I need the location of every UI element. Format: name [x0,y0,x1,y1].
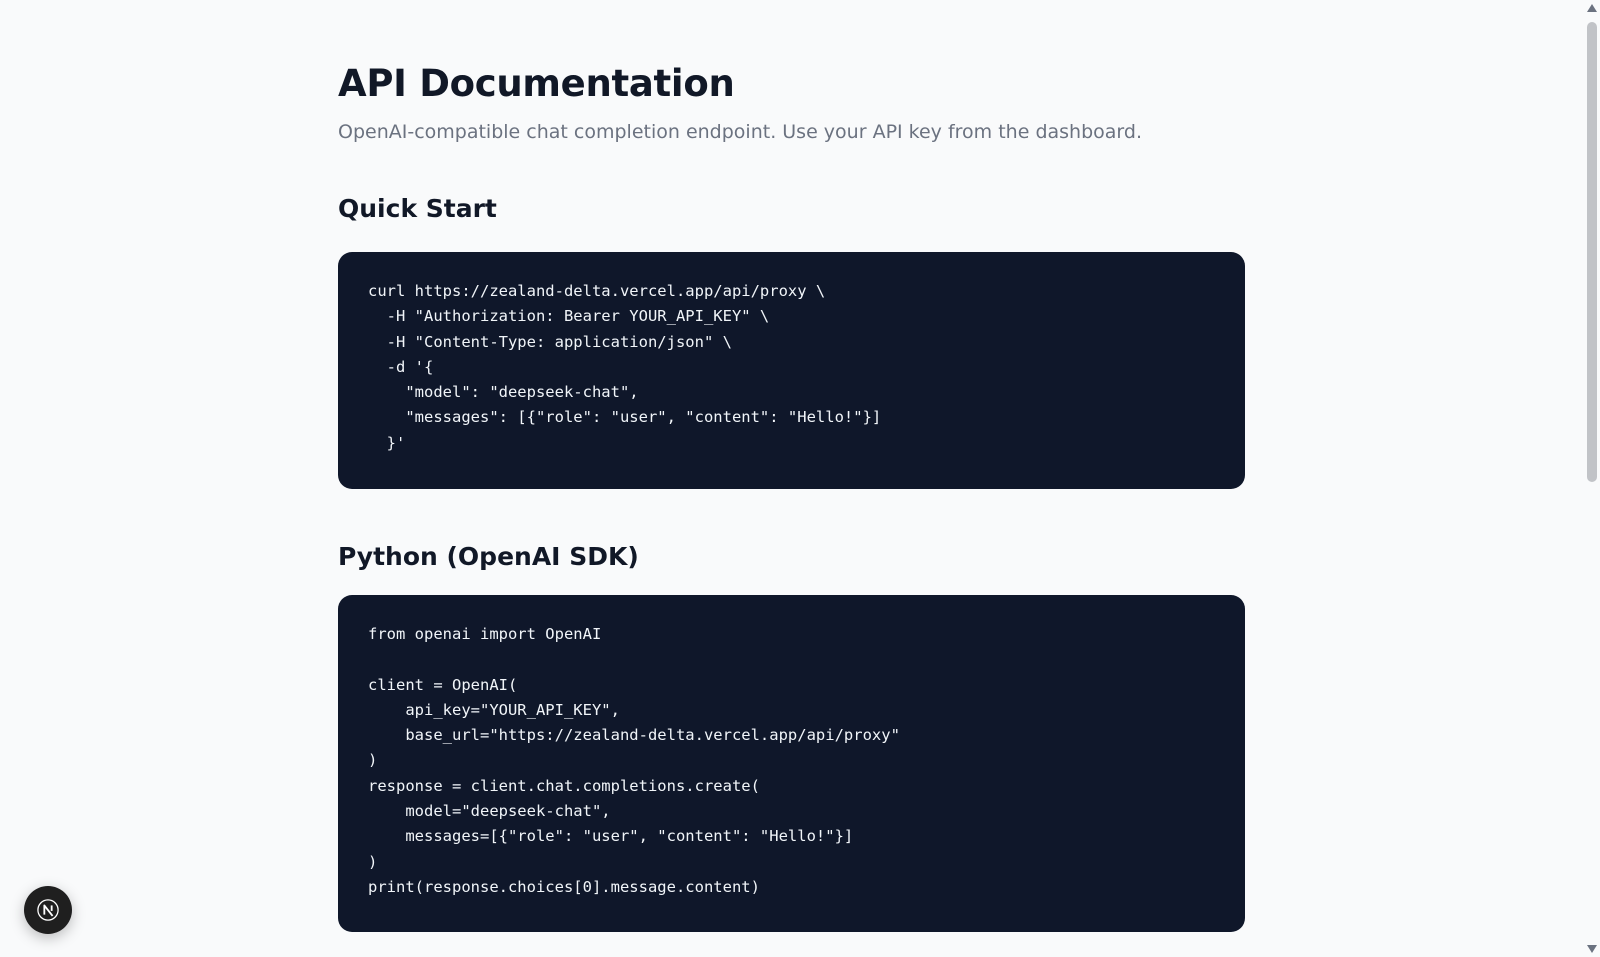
page-subtitle: OpenAI-compatible chat completion endpoi… [338,121,1142,143]
quick-start-code-block[interactable]: curl https://zealand-delta.vercel.app/ap… [338,252,1245,489]
docs-page: API Documentation OpenAI-compatible chat… [0,0,1600,957]
nextjs-dev-indicator-button[interactable] [24,886,72,934]
quick-start-heading: Quick Start [338,194,497,223]
page-title: API Documentation [338,62,735,105]
python-sdk-code[interactable]: from openai import OpenAI client = OpenA… [368,622,1215,900]
scroll-up-arrow-icon[interactable] [1587,4,1597,12]
vertical-scrollbar[interactable] [1584,0,1600,957]
scrollbar-thumb[interactable] [1587,22,1597,482]
python-sdk-code-block[interactable]: from openai import OpenAI client = OpenA… [338,595,1245,932]
scroll-down-arrow-icon[interactable] [1587,945,1597,953]
python-sdk-heading: Python (OpenAI SDK) [338,542,639,571]
nextjs-logo-icon [37,899,59,921]
quick-start-code[interactable]: curl https://zealand-delta.vercel.app/ap… [368,279,1215,456]
